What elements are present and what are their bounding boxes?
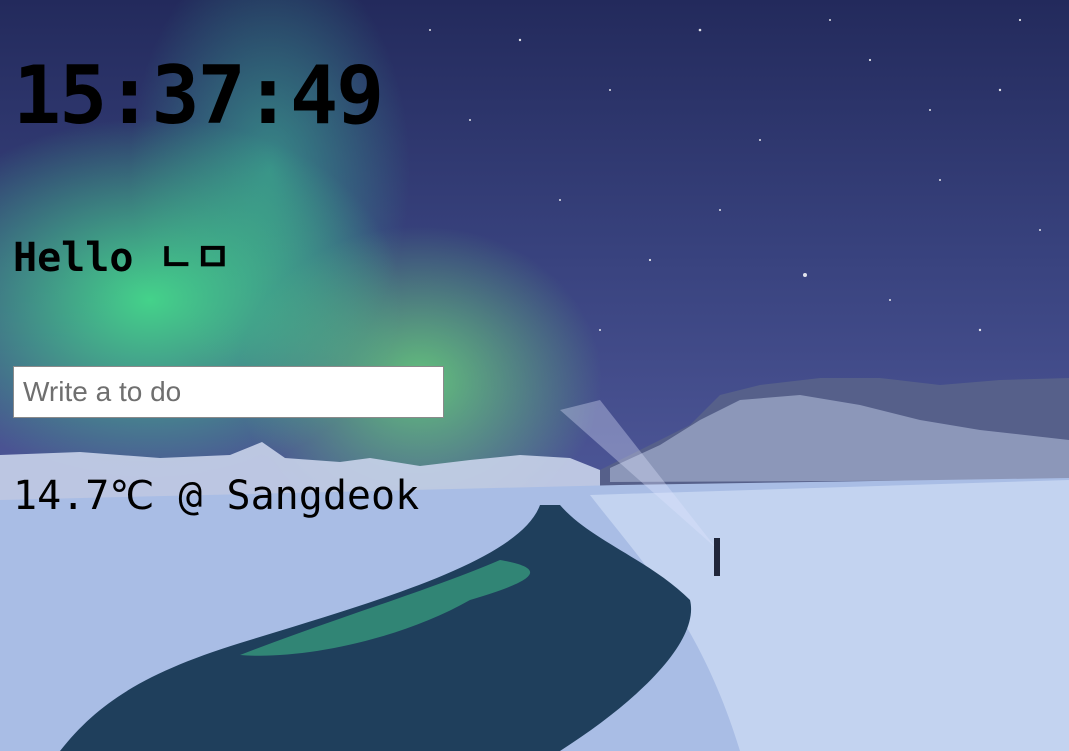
clock-display: 15:37:49 <box>13 49 384 142</box>
stars <box>429 18 1041 332</box>
todo-input[interactable] <box>13 366 444 418</box>
weather-text: 14.7℃ @ Sangdeok <box>13 473 420 519</box>
greeting-text: Hello ㄴㅁ <box>13 235 232 281</box>
